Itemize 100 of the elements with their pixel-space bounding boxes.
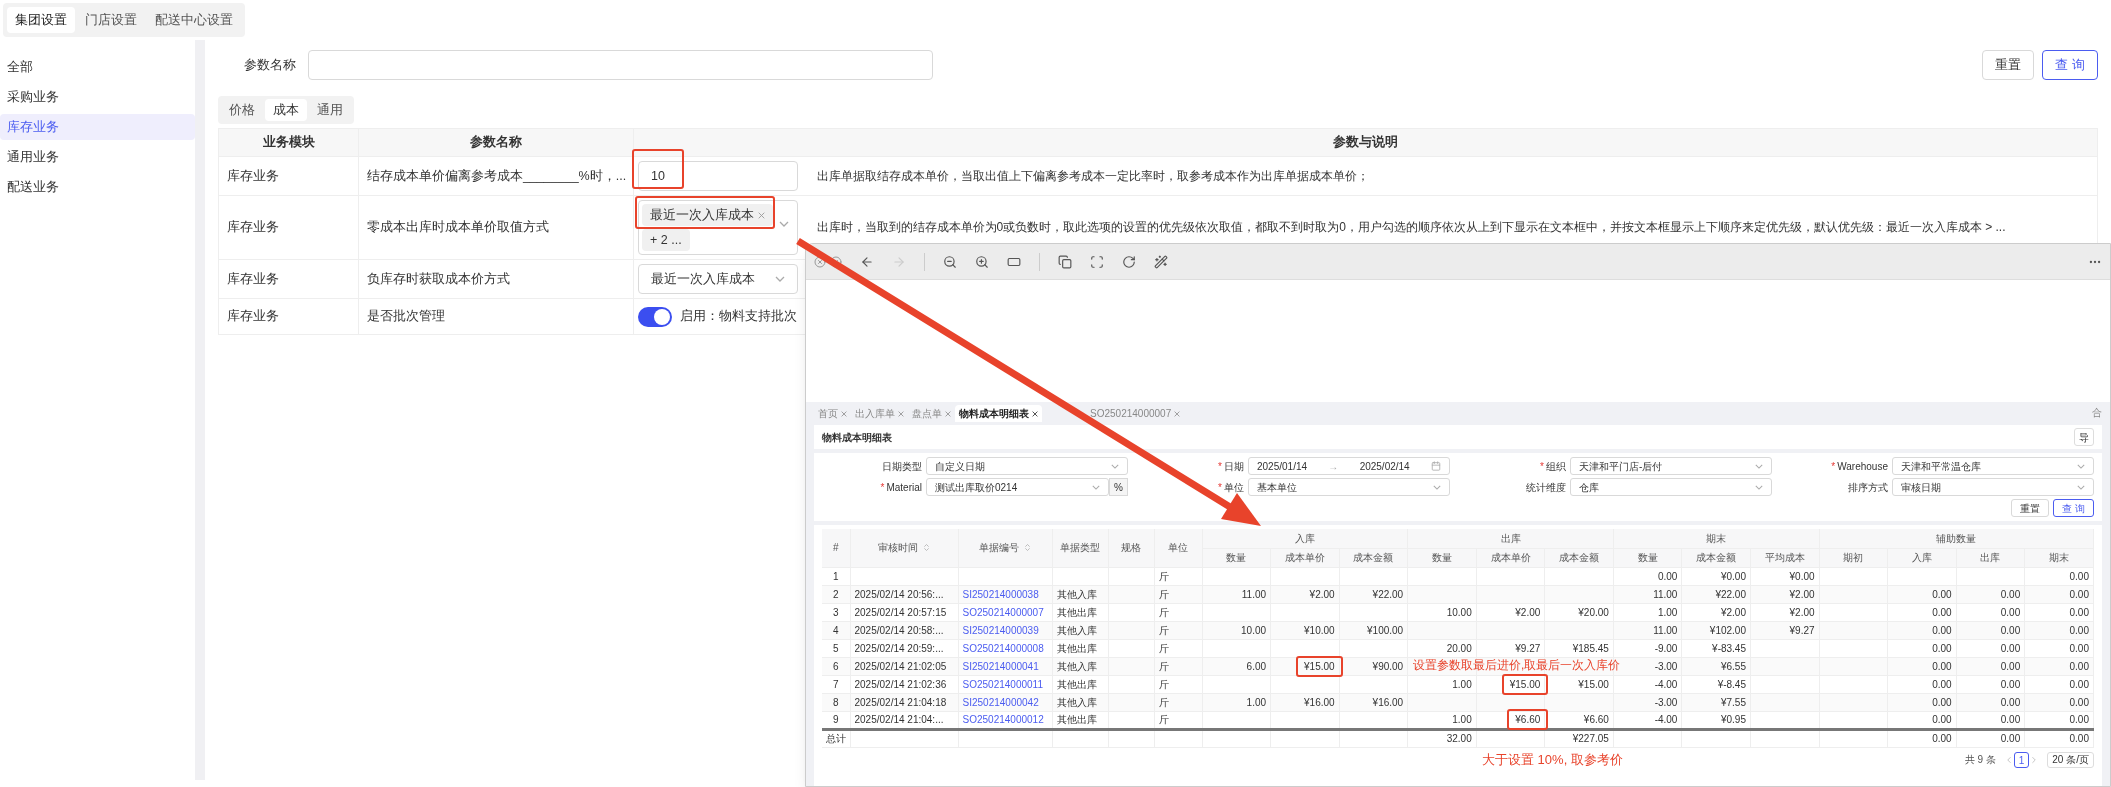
- table-cell: 其他出库: [1056, 678, 1097, 690]
- table-cell: 其他出库: [1056, 714, 1097, 725]
- close-icon[interactable]: [1032, 410, 1038, 417]
- table-cell: -4.00: [1654, 714, 1678, 725]
- column-header: 成本金额: [1559, 552, 1600, 563]
- table-cell: 0.00: [1932, 678, 1952, 690]
- copy-icon[interactable]: [1058, 254, 1072, 269]
- date-range-field[interactable]: 2025/01/14 → 2025/02/14: [1248, 457, 1450, 475]
- table-cell: 其他入库: [1056, 588, 1097, 600]
- module-cell: 库存业务: [227, 168, 279, 183]
- column-header: 数量: [1431, 552, 1452, 563]
- chevron-down-icon: [1111, 463, 1119, 469]
- table-cell: 2: [832, 588, 839, 600]
- sidebar-item[interactable]: 采购业务: [0, 84, 195, 110]
- sidebar-item[interactable]: 通用业务: [0, 144, 195, 170]
- back-arrow-icon[interactable]: [860, 254, 874, 269]
- zoom-out-icon[interactable]: [943, 254, 957, 269]
- export-button[interactable]: 导: [2074, 428, 2094, 446]
- document-link[interactable]: SO250214000011: [962, 678, 1043, 690]
- query-button[interactable]: 查 询: [2053, 499, 2094, 517]
- settings-tab[interactable]: 配送中心设置: [147, 7, 241, 33]
- table-cell: 0.00: [2069, 570, 2089, 582]
- table-cell: 斤: [1158, 660, 1169, 672]
- table-cell: 0.00: [1932, 714, 1952, 725]
- reset-button[interactable]: 重置: [2011, 499, 2050, 517]
- sidebar-item[interactable]: 全部: [0, 54, 195, 80]
- chevron-down-icon: [1755, 484, 1763, 490]
- reset-button[interactable]: 重置: [1982, 50, 2035, 80]
- table-cell: 斤: [1158, 642, 1169, 654]
- select-field[interactable]: 天津和平门店-后付: [1570, 457, 1772, 475]
- sort-icon[interactable]: [921, 543, 931, 553]
- table-cell: -3.00: [1654, 696, 1678, 708]
- column-header: 单位: [1168, 541, 1188, 556]
- table-cell: 0.00: [2069, 660, 2089, 672]
- settings-tab[interactable]: 门店设置: [77, 7, 145, 33]
- zoom-in-icon[interactable]: [975, 254, 989, 269]
- table-cell: 其他入库: [1056, 660, 1097, 672]
- table-cell: 0.00: [1932, 606, 1952, 618]
- column-header: 规格: [1121, 541, 1141, 556]
- close-icon[interactable]: [814, 255, 826, 268]
- required-asterisk: *: [880, 480, 885, 495]
- table-cell: 0.00: [2000, 606, 2021, 618]
- select-field[interactable]: 审核日期: [1892, 478, 2094, 496]
- input-field[interactable]: 10: [638, 161, 798, 191]
- chevron-down-icon: [2077, 463, 2085, 469]
- table-cell: ¥-83.45: [1712, 642, 1746, 654]
- category-tab[interactable]: 价格: [221, 99, 263, 121]
- table-cell: 其他入库: [1056, 624, 1097, 636]
- rotate-icon[interactable]: [1122, 254, 1136, 269]
- page-button[interactable]: 1: [2013, 751, 2030, 768]
- category-tab[interactable]: 通用: [309, 99, 351, 121]
- select-field[interactable]: 测试出库取价0214: [926, 478, 1110, 496]
- end-date: 2025/02/14: [1359, 459, 1410, 474]
- select-field[interactable]: 基本单位: [1248, 478, 1450, 496]
- table-cell: 0.00: [1932, 660, 1952, 672]
- page-size-select[interactable]: 20 条/页: [2047, 751, 2094, 768]
- document-link[interactable]: SI250214000042: [962, 696, 1039, 708]
- document-link[interactable]: SO250214000008: [962, 642, 1044, 654]
- multi-select[interactable]: 最近一次入库成本 + 2 ...: [638, 200, 798, 255]
- category-tab[interactable]: 成本: [265, 99, 307, 121]
- parameter-description: 出库时，当取到的结存成本单价为0或负数时，取此选项的设置的优先级依次取值，都取不到时取为0，用户勾选的顺序依次从上到下显示在文本框中，并按文本框显示上下顺序来定优先级，默认优先级：最近一次入库成本 > ...: [816, 220, 2006, 235]
- settings-tab[interactable]: 集团设置: [7, 7, 75, 33]
- percent-addon[interactable]: %: [1109, 478, 1128, 496]
- table-cell: 32.00: [1446, 733, 1472, 744]
- select-field[interactable]: 天津和平常温仓库: [1892, 457, 2094, 475]
- scan-icon[interactable]: [1090, 254, 1104, 269]
- column-header: 成本单价: [1284, 552, 1325, 563]
- select-field[interactable]: 自定义日期: [926, 457, 1128, 475]
- document-link[interactable]: SI250214000039: [962, 624, 1039, 636]
- document-link[interactable]: SO250214000007: [962, 606, 1044, 618]
- table-cell: 其他出库: [1056, 606, 1097, 618]
- table-cell: 0.00: [1932, 733, 1952, 744]
- query-button[interactable]: 查 询: [2042, 50, 2098, 80]
- sidebar-item[interactable]: 配送业务: [0, 174, 195, 200]
- document-link[interactable]: SI250214000041: [962, 660, 1039, 672]
- group-header: 辅助数量: [1936, 531, 1977, 546]
- filter-label: 单位: [1224, 480, 1244, 495]
- document-link[interactable]: SI250214000038: [962, 588, 1039, 600]
- table-cell: 0.00: [2069, 588, 2089, 600]
- sort-icon[interactable]: [1022, 543, 1032, 553]
- table-cell: 2025/02/14 20:58:...: [854, 624, 944, 636]
- sidebar-item[interactable]: 库存业务: [0, 114, 195, 140]
- column-header: 数量: [1226, 552, 1247, 563]
- chevron-down-icon: [1755, 463, 1763, 469]
- toggle-switch[interactable]: [638, 306, 672, 327]
- group-header: 出库: [1500, 531, 1521, 546]
- column-header: #: [832, 541, 839, 556]
- switch-label: 启用：物料支持批次: [680, 308, 797, 326]
- page-tab[interactable]: 物料成本明细表: [955, 405, 1042, 422]
- search-field[interactable]: [308, 50, 933, 80]
- select-field[interactable]: 仓库: [1570, 478, 1772, 496]
- table-cell: 0.00: [2000, 678, 2021, 690]
- module-cell: 库存业务: [227, 271, 279, 286]
- magic-wand-icon[interactable]: [1154, 254, 1168, 269]
- document-link[interactable]: SO250214000012: [962, 714, 1044, 725]
- table-cell: ¥2.00: [1789, 606, 1815, 618]
- column-header: 成本金额: [1353, 552, 1394, 563]
- select-field[interactable]: 最近一次入库成本: [638, 264, 798, 294]
- table-cell: 0.00: [2000, 733, 2021, 744]
- table-cell: ¥22.00: [1715, 588, 1746, 600]
